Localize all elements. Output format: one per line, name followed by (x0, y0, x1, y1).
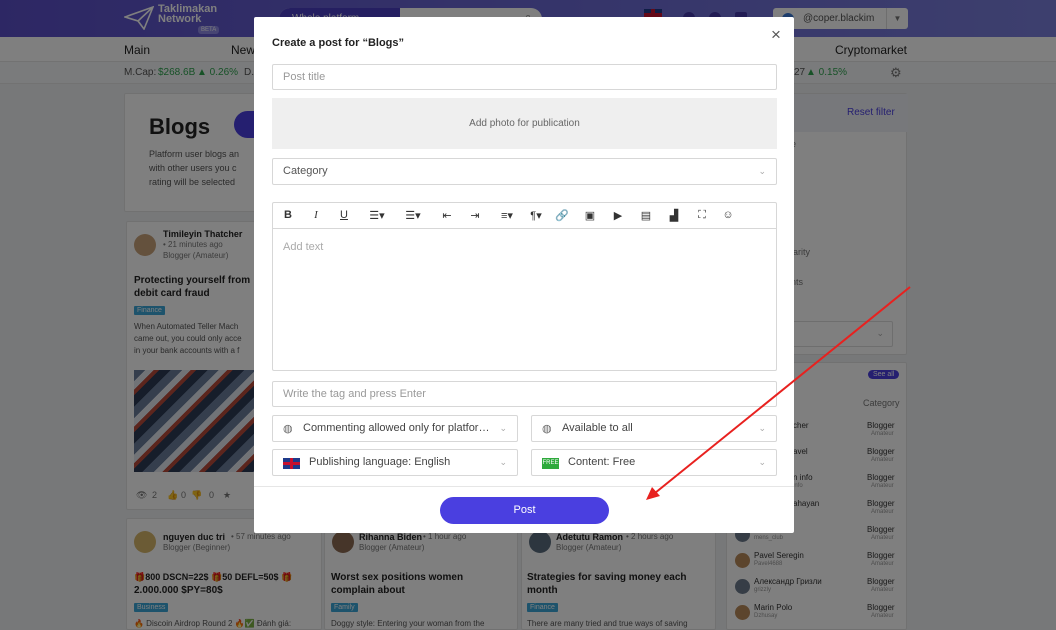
annotation-arrow (646, 286, 911, 500)
